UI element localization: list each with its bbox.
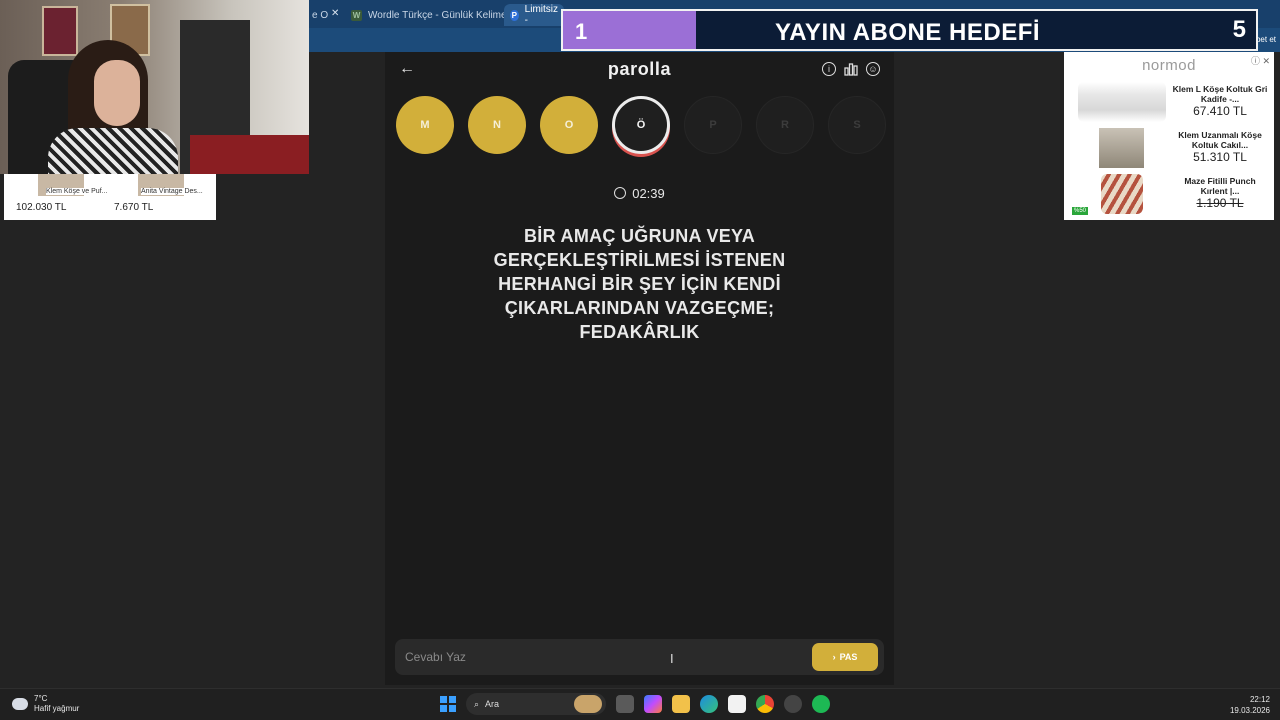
ad-product-price: 51.310 TL (1193, 150, 1247, 164)
ad-product[interactable]: Maze Fitilli Punch Kırlent |... 1.190 TL (1064, 174, 1274, 218)
timer-value: 02:39 (632, 186, 665, 201)
letter-circle-pending: R (756, 96, 814, 154)
letter-circle-pending: S (828, 96, 886, 154)
file-explorer-icon[interactable] (672, 695, 690, 713)
clock-date: 19.03.2026 (1229, 706, 1270, 715)
ad-product-name: Klem Uzanmalı Köşe Koltuk Cakıl... (1178, 130, 1262, 150)
clock-icon (614, 187, 627, 199)
streamer-sweater (48, 128, 178, 174)
letter-circle-pending: P (684, 96, 742, 154)
search-placeholder: Ara (485, 699, 500, 709)
copilot-app-icon[interactable] (644, 695, 662, 713)
chrome-icon[interactable] (756, 695, 774, 713)
cloud-rain-icon (12, 698, 28, 710)
taskbar-apps: ⌕ Ara (440, 693, 830, 715)
header-actions: i ☺ (822, 62, 880, 76)
ad-brand-logo: normod (1142, 57, 1196, 74)
ad-product[interactable]: Klem L Köşe Koltuk Gri Kadife -... 67.41… (1064, 82, 1274, 126)
webcam-overlay (0, 0, 309, 174)
info-icon[interactable]: i (822, 62, 836, 76)
subscriber-goal-banner: 1 YAYIN ABONE HEDEFİ 5 (561, 9, 1258, 51)
app-logo: parolla (607, 59, 672, 79)
taskbar-search[interactable]: ⌕ Ara (466, 693, 606, 715)
parolla-game: ← parolla i ☺ MNOÖPRS 02:39 BİR AMAÇ UĞR… (385, 52, 894, 685)
ad-product-name: Maze Fitilli Punch Kırlent |... (1184, 176, 1256, 196)
ad-product-price: 67.410 TL (1193, 104, 1247, 118)
ad-product-price: 102.030 TL (16, 202, 67, 213)
pass-button[interactable]: › PAS (812, 643, 878, 671)
pillow-image (1101, 174, 1143, 214)
letter-circle-current: Ö (612, 96, 670, 154)
pass-button-label: PAS (839, 652, 858, 662)
edge-icon[interactable] (700, 695, 718, 713)
search-icon: ⌕ (474, 698, 480, 709)
question-text: BİR AMAÇ UĞRUNA VEYA GERÇEKLEŞTİRİLMESİ … (493, 226, 786, 342)
ad-product-name: Klem Köşe ve Puf... (46, 188, 108, 195)
spotify-icon[interactable] (812, 695, 830, 713)
left-ad-banner[interactable]: Klem Köşe ve Puf... Anita Vintage Des...… (4, 174, 216, 220)
weather-condition: Hafif yağmur (34, 704, 80, 713)
temperature: 7°C (34, 694, 48, 703)
clock-time: 22:12 (1249, 695, 1270, 704)
goal-target-count: 5 (1232, 16, 1246, 43)
desk-surface (190, 135, 309, 174)
streamer-face (94, 60, 140, 126)
ad-product-price: 7.670 TL (114, 202, 154, 213)
obs-icon[interactable] (784, 695, 802, 713)
profile-icon[interactable]: ☺ (866, 62, 880, 76)
tab-title: Wordle Türkçe - Günlük Kelime O (368, 9, 518, 21)
search-highlight-icon (574, 695, 602, 713)
store-icon[interactable] (728, 695, 746, 713)
browser-tab-1[interactable]: e O (306, 4, 334, 26)
goal-current-count: 1 (575, 19, 588, 44)
ad-product-name: Anita Vintage Des... (141, 188, 203, 195)
tab-title: e O (312, 9, 329, 21)
room-image (1099, 128, 1144, 168)
text-cursor-icon: I (670, 651, 674, 666)
windows-start-icon[interactable] (440, 696, 456, 712)
stats-icon[interactable] (844, 62, 858, 76)
letter-circle-done: O (540, 96, 598, 154)
streamer (48, 40, 178, 174)
app-header: ← parolla i ☺ (385, 52, 894, 88)
letter-circle-done: M (396, 96, 454, 154)
answer-input[interactable] (395, 639, 795, 675)
parolla-favicon-icon: P (510, 9, 519, 21)
browser-tab-active[interactable]: P Limitsiz - (504, 4, 564, 26)
close-icon[interactable]: ✕ (331, 8, 339, 19)
system-clock[interactable]: 22:12 19.03.2026 (1230, 694, 1270, 716)
letter-progress-row: MNOÖPRS (385, 96, 894, 156)
chevron-right-icon: › (832, 652, 836, 662)
windows-taskbar: 7°C Hafif yağmur ⌕ Ara 22:12 19.03.2026 (0, 688, 1280, 720)
screen: { "browser": { "tabs": [ {"title": "e O"… (0, 0, 1280, 720)
ad-product[interactable]: Klem Uzanmalı Köşe Koltuk Cakıl... 51.31… (1064, 128, 1274, 172)
ad-product-price: 1.190 TL (1196, 196, 1244, 210)
weather-widget[interactable]: 7°C Hafif yağmur (12, 694, 79, 714)
task-view-icon[interactable] (616, 695, 634, 713)
sofa-image (1078, 82, 1166, 122)
discount-badge: %50 (1072, 207, 1089, 215)
right-ad-banner[interactable]: ⓘ ✕ normod Klem L Köşe Koltuk Gri Kadife… (1064, 52, 1274, 220)
letter-circle-done: N (468, 96, 526, 154)
goal-title: YAYIN ABONE HEDEFİ (775, 19, 1041, 46)
ad-product-name: Klem L Köşe Koltuk Gri Kadife -... (1172, 84, 1268, 104)
answer-bar: › PAS (395, 639, 884, 675)
timer: 02:39 (385, 186, 894, 201)
wordle-favicon-icon: W (351, 9, 362, 21)
tab-title: Limitsiz - (524, 4, 558, 26)
